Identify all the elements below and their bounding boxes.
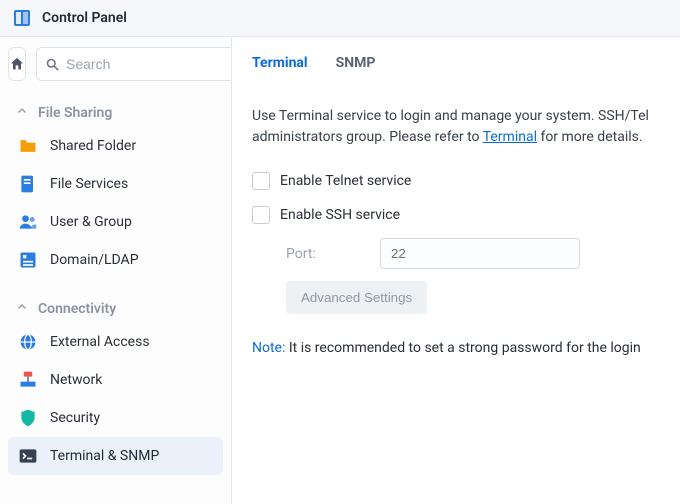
- tab-snmp[interactable]: SNMP: [336, 51, 376, 77]
- sidebar-item-label: Security: [50, 410, 100, 426]
- enable-telnet-label: Enable Telnet service: [280, 173, 411, 189]
- sidebar-item-terminal-snmp[interactable]: Terminal & SNMP: [8, 437, 223, 475]
- directory-icon: [18, 250, 38, 270]
- sidebar-item-network[interactable]: Network: [8, 361, 223, 399]
- folder-icon: [18, 136, 38, 156]
- port-label: Port:: [286, 246, 366, 262]
- chevron-up-icon: [16, 105, 30, 121]
- sidebar-item-label: Domain/LDAP: [50, 252, 139, 268]
- content-pane: Terminal SNMP Use Terminal service to lo…: [232, 37, 680, 504]
- window-title: Control Panel: [42, 10, 127, 26]
- sidebar-item-label: File Services: [50, 176, 128, 192]
- enable-ssh-checkbox[interactable]: [252, 206, 270, 224]
- home-button[interactable]: [8, 47, 26, 81]
- terminal-help-link[interactable]: Terminal: [483, 129, 537, 145]
- sidebar-item-domain-ldap[interactable]: Domain/LDAP: [8, 241, 223, 279]
- tab-bar: Terminal SNMP: [252, 51, 680, 84]
- advanced-settings-button[interactable]: Advanced Settings: [286, 281, 427, 314]
- search-input[interactable]: [66, 56, 232, 72]
- sidebar-item-label: External Access: [50, 334, 150, 350]
- sidebar-item-label: Shared Folder: [50, 138, 136, 154]
- terminal-icon: [18, 446, 38, 466]
- sidebar: File Sharing Shared Folder File Services…: [0, 37, 232, 504]
- users-icon: [18, 212, 38, 232]
- sidebar-item-label: Terminal & SNMP: [50, 448, 159, 464]
- enable-ssh-label: Enable SSH service: [280, 207, 400, 223]
- sidebar-item-label: Network: [50, 372, 102, 388]
- sidebar-item-user-group[interactable]: User & Group: [8, 203, 223, 241]
- app-logo-icon: [12, 8, 32, 28]
- sidebar-item-file-services[interactable]: File Services: [8, 165, 223, 203]
- sidebar-item-security[interactable]: Security: [8, 399, 223, 437]
- enable-telnet-checkbox[interactable]: [252, 172, 270, 190]
- sidebar-item-shared-folder[interactable]: Shared Folder: [8, 127, 223, 165]
- sidebar-item-label: User & Group: [50, 214, 132, 230]
- group-connectivity[interactable]: Connectivity: [8, 291, 223, 323]
- chevron-up-icon: [16, 301, 30, 317]
- file-icon: [18, 174, 38, 194]
- search-icon: [45, 57, 60, 72]
- network-icon: [18, 370, 38, 390]
- group-label: Connectivity: [38, 301, 116, 317]
- port-input[interactable]: [380, 238, 580, 269]
- description-text: Use Terminal service to login and manage…: [252, 106, 680, 148]
- group-file-sharing[interactable]: File Sharing: [8, 95, 223, 127]
- home-icon: [9, 56, 25, 72]
- tab-terminal[interactable]: Terminal: [252, 51, 308, 77]
- note-text: Note: It is recommended to set a strong …: [252, 340, 680, 356]
- shield-icon: [18, 408, 38, 428]
- note-key: Note:: [252, 340, 285, 356]
- titlebar: Control Panel: [0, 0, 680, 37]
- search-field[interactable]: [36, 47, 232, 81]
- sidebar-item-external-access[interactable]: External Access: [8, 323, 223, 361]
- globe-icon: [18, 332, 38, 352]
- group-label: File Sharing: [38, 105, 112, 121]
